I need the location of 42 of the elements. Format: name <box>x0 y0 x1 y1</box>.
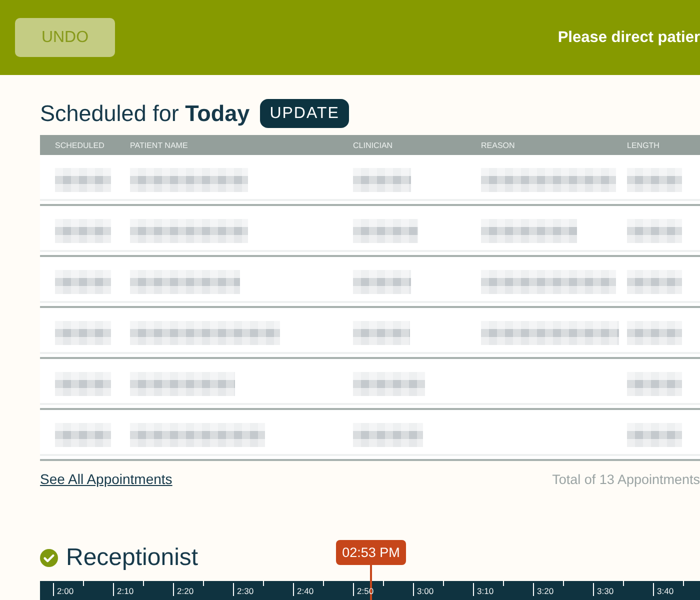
column-header: SCHEDULED <box>55 140 104 150</box>
time-label: 3:00 <box>417 586 434 597</box>
pixelated-text <box>353 218 418 242</box>
pixelated-text <box>353 270 411 294</box>
column-header: REASON <box>481 140 515 150</box>
pixelated-text <box>55 320 111 344</box>
time-label: 3:30 <box>597 586 614 597</box>
pixelated-text <box>55 218 111 242</box>
column-header: LENGTH <box>627 140 660 150</box>
pixelated-text <box>627 270 682 294</box>
pixelated-text <box>353 320 410 344</box>
section-title: Scheduled for Today <box>40 100 250 128</box>
pixelated-text <box>55 270 111 294</box>
pixelated-text <box>627 320 682 344</box>
time-label: 2:00 <box>57 586 74 597</box>
appointments-total: Total of 13 Appointments <box>552 472 700 486</box>
column-header: CLINICIAN <box>353 140 393 150</box>
pixelated-text <box>353 168 411 192</box>
time-label: 2:20 <box>177 586 194 597</box>
time-label: 3:10 <box>477 586 494 597</box>
column-header: PATIENT NAME <box>130 140 188 150</box>
current-time-line <box>370 565 372 600</box>
notice-text: Please direct patier <box>558 28 700 46</box>
check-circle-icon <box>40 548 58 566</box>
pixelated-text <box>353 422 423 446</box>
pixelated-text <box>627 422 682 446</box>
time-label: 3:20 <box>537 586 554 597</box>
time-label: 3:40 <box>657 586 674 597</box>
pixelated-text <box>55 168 111 192</box>
pixelated-text <box>627 218 682 242</box>
pixelated-text <box>353 372 425 396</box>
pixelated-text <box>627 168 682 192</box>
see-all-link[interactable]: See All Appointments <box>40 471 172 487</box>
time-label: 2:30 <box>237 586 254 597</box>
section-title: Receptionist <box>66 545 198 570</box>
update-button[interactable]: UPDATE <box>260 99 350 128</box>
current-time-badge: 02:53 PM <box>336 540 406 565</box>
pixelated-text <box>55 372 111 396</box>
time-label: 2:10 <box>117 586 134 597</box>
pixelated-text <box>55 422 111 446</box>
time-label: 2:40 <box>297 586 314 597</box>
pixelated-text <box>627 372 682 396</box>
